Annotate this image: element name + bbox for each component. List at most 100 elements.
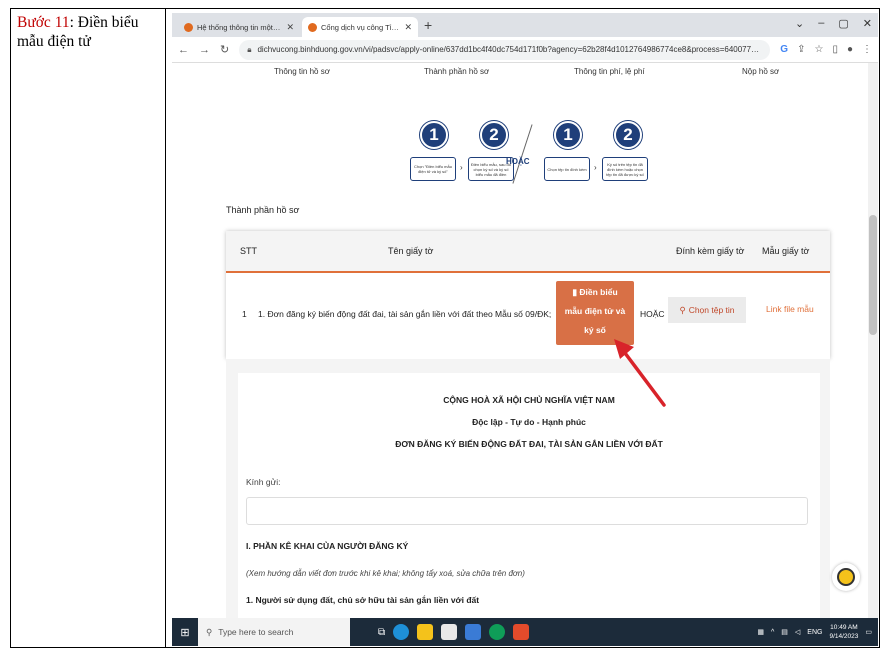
step-phi-le-phi[interactable]: Thông tin phí, lệ phí (574, 67, 645, 76)
section-title: Thành phần hồ sơ (226, 205, 300, 215)
fill-button-line2: mẫu điện tử và (564, 306, 626, 316)
page-scrollbar[interactable] (868, 63, 878, 618)
tray-chevron-icon[interactable]: ^ (771, 629, 774, 636)
task-view-icon[interactable]: ⧉ (378, 627, 385, 638)
e-form-area: CỘNG HOÀ XÃ HỘI CHỦ NGHĨA VIỆT NAM Độc l… (226, 359, 830, 618)
guide-arrow-icon: › (594, 163, 597, 172)
fill-e-form-button[interactable]: ▮ Điền biểu mẫu điện tử và ký số (556, 281, 634, 345)
tab-title: Cổng dịch vụ công Tỉnh Bình Dư (321, 22, 400, 32)
fill-button-line1: Điền biểu (579, 287, 618, 297)
tab-close-icon[interactable]: ✕ (404, 22, 412, 33)
chrome-icon[interactable] (489, 624, 506, 640)
row-or-label: HOẶC (640, 309, 665, 319)
back-icon[interactable]: ← (178, 44, 189, 56)
keyboard-icon[interactable]: ▦ (757, 628, 764, 636)
chatbot-icon (837, 568, 855, 586)
lock-icon: 🔒︎ (247, 44, 252, 54)
item1-heading: 1. Người sử dụng đất, chủ sở hữu tài sản… (246, 595, 480, 605)
tab-dich-vu-cong[interactable]: Cổng dịch vụ công Tỉnh Bình Dư ✕ (302, 17, 418, 37)
step-thanh-phan-ho-so[interactable]: Thành phần hồ sơ (424, 67, 489, 76)
web-page: Thông tin hồ sơ Thành phần hồ sơ Thông t… (172, 63, 868, 618)
sample-file-link[interactable]: Link file mẫu (766, 304, 814, 314)
mail-icon[interactable] (465, 624, 482, 640)
documents-table: STT Tên giấy tờ Đính kèm giấy tờ Mẫu giấ… (226, 231, 830, 359)
bookmark-star-icon[interactable]: ☆ (814, 44, 823, 55)
system-tray: ▦ ^ ▤ ◁ ENG 10:49 AM 9/14/2023 ▭ (757, 618, 872, 646)
input-language[interactable]: ENG (807, 629, 822, 636)
document-table: Bước 11: Điền biểu mẫu điện tử Hệ thống … (10, 8, 880, 648)
edge-icon[interactable] (393, 624, 410, 640)
e-form-card: CỘNG HOÀ XÃ HỘI CHỦ NGHĨA VIỆT NAM Độc l… (238, 373, 820, 618)
reload-icon[interactable]: ↻ (220, 43, 229, 56)
tab-close-icon[interactable]: ✕ (286, 22, 294, 33)
kinh-gui-input[interactable] (246, 497, 808, 525)
scrollbar-thumb[interactable] (869, 215, 877, 335)
new-tab-button[interactable]: + (424, 17, 432, 33)
guide-number-1a: 1 (420, 121, 448, 149)
guide-or-label: HOẶC (506, 157, 530, 166)
step-thong-tin-ho-so[interactable]: Thông tin hồ sơ (274, 67, 330, 76)
choose-file-button[interactable]: ⚲ Chọn tệp tin (668, 297, 746, 323)
header-attach: Đính kèm giấy tờ (676, 246, 745, 256)
window-controls: ⌄ – ▢ ✕ (795, 17, 872, 30)
table-header: STT Tên giấy tờ Đính kèm giấy tờ Mẫu giấ… (226, 231, 830, 273)
close-window-icon[interactable]: ✕ (863, 17, 872, 30)
tab-strip: Hệ thống thông tin một cửa điệ ✕ Cổng dị… (172, 13, 878, 37)
toolbar-icons: G ⇪ ☆ ▯ ● ⋮ (780, 44, 878, 55)
kinh-gui-label: Kính gửi: (246, 477, 281, 487)
sidepanel-icon[interactable]: ▯ (832, 44, 838, 55)
file-explorer-icon[interactable] (417, 624, 434, 640)
address-bar-row: ← → ↻ 🔒︎ dichvucong.binhduong.gov.vn/vi/… (172, 37, 878, 63)
form-header-motto: Độc lập - Tự do - Hạnh phúc (472, 417, 586, 427)
guide-box-1: Chọn "Điền biểu mẫu điện tử và ký số" (410, 157, 456, 181)
guide-number-2b: 2 (614, 121, 642, 149)
network-icon[interactable]: ▤ (781, 628, 788, 636)
profile-icon[interactable]: ● (847, 44, 853, 55)
fill-button-line3: ký số (584, 325, 606, 335)
tab-search-icon[interactable]: ⌄ (795, 17, 804, 30)
tab-favicon-icon (308, 22, 317, 32)
windows-start-icon[interactable]: ⊞ (172, 618, 198, 646)
step-label: Bước 11 (17, 14, 70, 31)
tab-mot-cua[interactable]: Hệ thống thông tin một cửa điệ ✕ (178, 17, 300, 37)
choose-file-label: Chọn tệp tin (688, 305, 735, 315)
maximize-icon[interactable]: ▢ (838, 17, 848, 30)
taskbar-apps: ⧉ (378, 624, 530, 640)
guide-box-4: Ký số trên tệp tin đã đính kèm hoặc chọn… (602, 157, 648, 181)
guide-number-2a: 2 (480, 121, 508, 149)
guide-divider (512, 124, 533, 184)
tab-title: Hệ thống thông tin một cửa điệ (197, 22, 282, 32)
google-icon[interactable]: G (780, 44, 788, 55)
minimize-icon[interactable]: – (818, 17, 824, 30)
store-icon[interactable] (441, 624, 458, 640)
windows-taskbar: ⊞ ⚲ Type here to search ⧉ ▦ ^ ▤ ◁ ENG 10… (172, 618, 878, 646)
step-cell: Bước 11: Điền biểu mẫu điện tử (11, 9, 166, 647)
share-icon[interactable]: ⇪ (797, 44, 805, 55)
url-field[interactable]: 🔒︎ dichvucong.binhduong.gov.vn/vi/padsvc… (239, 39, 771, 60)
chatbot-button[interactable] (832, 563, 860, 591)
form-note: (Xem hướng dẫn viết đơn trước khi kê kha… (246, 569, 525, 578)
browser-screenshot: Hệ thống thông tin một cửa điệ ✕ Cổng dị… (172, 13, 878, 646)
guide-number-1b: 1 (554, 121, 582, 149)
volume-icon[interactable]: ◁ (795, 628, 800, 636)
notification-icon[interactable]: ▭ (865, 628, 872, 636)
menu-kebab-icon[interactable]: ⋮ (862, 44, 872, 55)
header-stt: STT (240, 246, 257, 256)
forward-icon[interactable]: → (199, 44, 210, 56)
red-arrow-icon (614, 339, 666, 407)
taskbar-clock[interactable]: 10:49 AM 9/14/2023 (829, 623, 858, 641)
paperclip-icon: ⚲ (679, 304, 686, 315)
step-nop-ho-so[interactable]: Nộp hồ sơ (742, 67, 779, 76)
document-icon: ▮ (572, 287, 578, 297)
row-stt: 1 (242, 309, 247, 319)
table-row: 1 1. Đơn đăng ký biến động đất đai, tài … (226, 275, 830, 359)
app-icon[interactable] (513, 624, 530, 640)
search-icon: ⚲ (206, 626, 213, 637)
clock-date: 9/14/2023 (829, 633, 859, 640)
taskbar-search[interactable]: ⚲ Type here to search (198, 618, 350, 646)
form-title: ĐƠN ĐĂNG KÝ BIẾN ĐỘNG ĐẤT ĐAI, TÀI SẢN G… (395, 439, 663, 449)
header-name: Tên giấy tờ (388, 246, 434, 256)
taskbar-search-placeholder: Type here to search (218, 627, 294, 637)
tab-favicon-icon (184, 22, 193, 32)
url-text: dichvucong.binhduong.gov.vn/vi/padsvc/ap… (257, 45, 763, 54)
